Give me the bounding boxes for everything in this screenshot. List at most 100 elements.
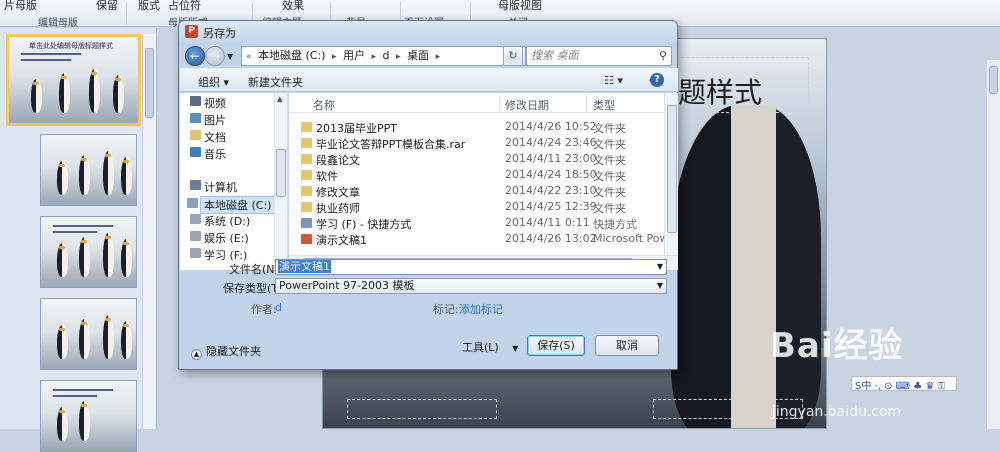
folder-icon — [301, 122, 312, 132]
file-name: 毕业论文答辩PPT模板合集.rar — [316, 138, 466, 151]
nav-item[interactable]: 音乐 — [190, 146, 226, 162]
ribbon-separator — [126, 2, 127, 25]
ime-toolbar[interactable]: S中 ·, ⊙ ⌨ ♣ ♛ ⚿ — [851, 376, 957, 392]
nav-scrollbar[interactable]: ▲ ▼ — [274, 93, 287, 270]
file-row[interactable]: 执业药师 2014/4/25 12:39 文件夹 — [289, 200, 664, 215]
penguin — [57, 243, 68, 277]
chevron-down-icon[interactable]: ▼ — [657, 279, 663, 293]
file-row[interactable]: 段鑫论文 2014/4/11 23:00 文件夹 — [289, 152, 664, 167]
new-folder-button[interactable]: 新建文件夹 — [248, 74, 303, 90]
scroll-thumb[interactable] — [276, 149, 286, 197]
file-row[interactable]: 学习 (F) - 快捷方式 2014/4/11 0:11 快捷方式 — [289, 216, 664, 231]
file-row[interactable]: 软件 2014/4/24 18:50 文件夹 — [289, 168, 664, 183]
penguin — [79, 401, 90, 441]
thumbnail-scrollbar[interactable] — [142, 34, 156, 429]
location-icon — [190, 147, 201, 157]
search-icon[interactable]: ⚲ — [659, 47, 667, 65]
slide-thumbnail[interactable] — [40, 298, 137, 370]
file-row[interactable]: 2013届毕业PPT 2014/4/26 10:52 文件夹 — [289, 120, 664, 135]
penguin — [103, 233, 114, 277]
breadcrumb-item[interactable]: 用户 — [343, 49, 365, 62]
search-input[interactable]: 搜索 桌面 ⚲ — [526, 46, 672, 66]
dialog-titlebar[interactable]: P 另存为 — [179, 21, 677, 43]
save-button[interactable]: 保存(S) — [527, 335, 585, 356]
scroll-thumb[interactable] — [989, 66, 998, 94]
file-list-scrollbar[interactable] — [664, 93, 678, 255]
nav-item-label: 娱乐 (E:) — [204, 232, 249, 245]
filetype-select[interactable]: PowerPoint 97-2003 模板 ▼ — [275, 278, 667, 294]
scroll-up-icon[interactable]: ▲ — [277, 95, 282, 103]
recent-locations-chevron-icon[interactable]: ▼ — [227, 52, 233, 61]
penguin — [121, 239, 132, 277]
view-options-icon[interactable]: ☷ ▾ — [604, 74, 623, 87]
file-name: 修改文章 — [316, 186, 360, 199]
organize-button[interactable]: 组织 ▾ — [198, 74, 229, 90]
ribbon-item[interactable]: 保留 — [96, 0, 118, 13]
penguin — [79, 319, 90, 359]
chevron-down-icon[interactable]: ▼ — [657, 260, 663, 274]
thumb-text-line — [53, 389, 113, 391]
file-row[interactable]: 演示文稿1 2014/4/26 13:02 Microsoft Powe — [289, 232, 675, 247]
breadcrumb-item[interactable]: d — [383, 49, 390, 62]
slide-thumbnail[interactable] — [40, 134, 137, 206]
ribbon-item[interactable]: 占位符 — [168, 0, 201, 13]
slide-thumbnail[interactable] — [40, 380, 137, 452]
author-value[interactable]: d — [275, 301, 282, 314]
address-bar[interactable]: « 本地磁盘 (C:) ▸ 用户 ▸ d ▸ 桌面 ▸ — [241, 46, 518, 66]
location-icon — [190, 113, 201, 123]
ribbon-item[interactable]: 版式 — [138, 0, 160, 13]
hide-folders-button[interactable]: ▲ 隐藏文件夹 — [191, 343, 261, 360]
slide-thumbnail-selected[interactable]: 单击此处编辑母版标题样式 — [6, 34, 141, 126]
nav-item[interactable]: 计算机 — [190, 179, 237, 195]
dialog-toolbar: 组织 ▾ 新建文件夹 ☷ ▾ ? — [180, 68, 678, 92]
penguin — [121, 157, 132, 195]
column-divider[interactable] — [499, 95, 500, 111]
nav-item[interactable]: 本地磁盘 (C:) — [187, 196, 276, 214]
editor-scrollbar[interactable] — [986, 60, 1000, 429]
penguin — [57, 161, 68, 195]
scroll-thumb[interactable] — [667, 105, 677, 233]
ribbon-item[interactable]: 片母版 — [4, 0, 37, 13]
breadcrumb-separator-icon[interactable]: ▸ — [396, 52, 401, 62]
tools-menu[interactable]: 工具(L) ▼ — [462, 339, 518, 355]
filename-field[interactable]: 演示文稿1 ▼ — [275, 259, 667, 275]
penguin — [79, 155, 90, 195]
nav-item[interactable]: 视频 — [190, 95, 226, 111]
breadcrumb-item[interactable]: 本地磁盘 (C:) — [258, 49, 325, 62]
cancel-button[interactable]: 取消 — [595, 335, 659, 356]
penguin — [113, 75, 124, 113]
nav-item[interactable]: 图片 — [190, 112, 226, 128]
breadcrumb-separator-icon[interactable]: ▸ — [332, 52, 337, 62]
location-icon — [190, 231, 201, 241]
ribbon-item[interactable]: 母版视图 — [498, 0, 542, 13]
powerpoint-icon: P — [185, 25, 198, 38]
breadcrumb-separator-icon[interactable]: ▸ — [436, 52, 441, 62]
breadcrumb-separator-icon[interactable]: ▸ — [372, 52, 377, 62]
breadcrumb-item[interactable]: 桌面 — [407, 49, 429, 62]
pptx-file-icon — [301, 234, 312, 244]
file-name: 段鑫论文 — [316, 154, 360, 167]
nav-item[interactable]: 文档 — [190, 129, 226, 145]
filename-value[interactable]: 演示文稿1 — [278, 260, 331, 273]
nav-item[interactable]: 系统 (D:) — [190, 213, 250, 229]
scroll-thumb[interactable] — [145, 48, 154, 118]
column-name[interactable]: 名称 — [313, 97, 335, 113]
file-row[interactable]: 修改文章 2014/4/22 23:10 文件夹 — [289, 184, 664, 199]
back-arrow-icon[interactable]: ← — [185, 46, 205, 66]
refresh-icon[interactable]: ↻ — [503, 46, 523, 66]
chevron-up-icon: ▲ — [191, 349, 202, 360]
help-icon[interactable]: ? — [650, 73, 664, 87]
ribbon-item[interactable]: 效果 — [282, 0, 304, 13]
column-date[interactable]: 修改日期 — [505, 97, 549, 113]
forward-arrow-icon[interactable]: → — [205, 46, 225, 66]
column-type[interactable]: 类型 — [593, 97, 615, 113]
breadcrumb-chevron-icon[interactable]: « — [246, 52, 252, 62]
footer-placeholder[interactable] — [347, 399, 497, 419]
file-type: 快捷方式 — [593, 218, 637, 231]
file-row[interactable]: 毕业论文答辩PPT模板合集.rar 2014/4/24 23:46 文件夹 — [289, 136, 664, 151]
nav-item[interactable]: 娱乐 (E:) — [190, 230, 249, 246]
column-divider[interactable] — [586, 95, 587, 111]
add-tags-link[interactable]: 添加标记 — [459, 301, 503, 317]
slide-thumbnail[interactable] — [40, 216, 137, 288]
nav-item-label: 音乐 — [204, 148, 226, 161]
